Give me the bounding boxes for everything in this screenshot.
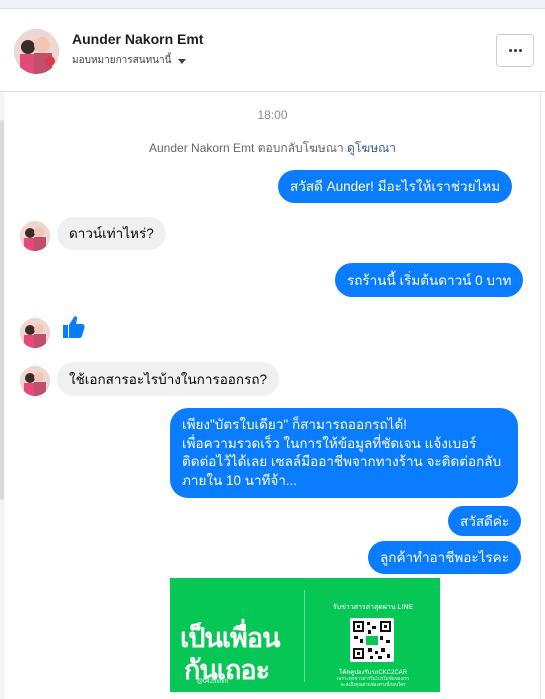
assign-conversation-label: มอบหมายการสนทนานี้ xyxy=(72,55,172,66)
conversation-header: Aunder Nakorn Emt มอบหมายการสนทนานี้ xyxy=(0,9,545,92)
contact-avatar-small[interactable] xyxy=(20,221,50,251)
promo-fine-print: เพราะทุกข่าวสารในโปรโมชั่นของเรา จะส่งถึ… xyxy=(336,676,410,687)
more-options-icon xyxy=(508,49,512,52)
ad-reply-notice: Aunder Nakorn Emt ตอบกลับโฆษณา ดูโฆษณา xyxy=(0,139,545,158)
promo-line-handle: @042fnmrh xyxy=(197,679,229,685)
window-top-strip xyxy=(0,0,545,9)
contact-avatar-small[interactable] xyxy=(20,318,50,348)
outgoing-message: สวัสดีค่ะ xyxy=(448,506,522,536)
scrollbar-thumb[interactable] xyxy=(0,120,4,500)
view-ad-link[interactable]: ดูโฆษณา xyxy=(347,141,396,155)
outgoing-message: เพียง"บัตรใบเดียว" ก็สามารถออกรถได้! เพื… xyxy=(170,408,518,498)
assign-conversation-dropdown[interactable]: มอบหมายการสนทนานี้ xyxy=(72,53,187,68)
more-options-icon-dot xyxy=(518,49,522,52)
more-options-icon-dot xyxy=(513,49,517,52)
contact-avatar[interactable] xyxy=(14,29,59,74)
outgoing-message: สวัสดี Aunder! มีอะไรให้เราช่วยไหม xyxy=(278,170,513,203)
incoming-message: ใช้เอกสารอะไรบ้างในการออกรถ? xyxy=(57,362,280,396)
ad-reply-text: Aunder Nakorn Emt ตอบกลับโฆษณา xyxy=(149,141,344,155)
line-promo-image[interactable]: เป็นเพื่อน กันเถอะ @042fnmrh รับข่าวสารล… xyxy=(170,578,440,692)
qr-code xyxy=(350,618,394,662)
contact-name: Aunder Nakorn Emt xyxy=(72,31,204,47)
outgoing-message: ลูกค้าทำอาชีพอะไรคะ xyxy=(368,541,521,574)
chevron-down-icon xyxy=(178,58,187,64)
message-timestamp: 18:00 xyxy=(257,108,288,122)
contact-avatar-small[interactable] xyxy=(20,366,50,396)
right-border xyxy=(540,92,541,699)
thumbs-up-icon xyxy=(60,314,86,340)
incoming-message: ดาวน์เท่าไหร่? xyxy=(57,217,166,250)
left-scrollbar[interactable] xyxy=(0,92,5,699)
promo-divider xyxy=(304,590,305,682)
outgoing-message: รถร้านนี้ เริ่มต้นดาวน์ 0 บาท xyxy=(335,263,524,297)
promo-caption: รับข่าวสารล่าสุดผ่าน LINE xyxy=(332,604,414,611)
more-options-button[interactable] xyxy=(496,34,534,67)
